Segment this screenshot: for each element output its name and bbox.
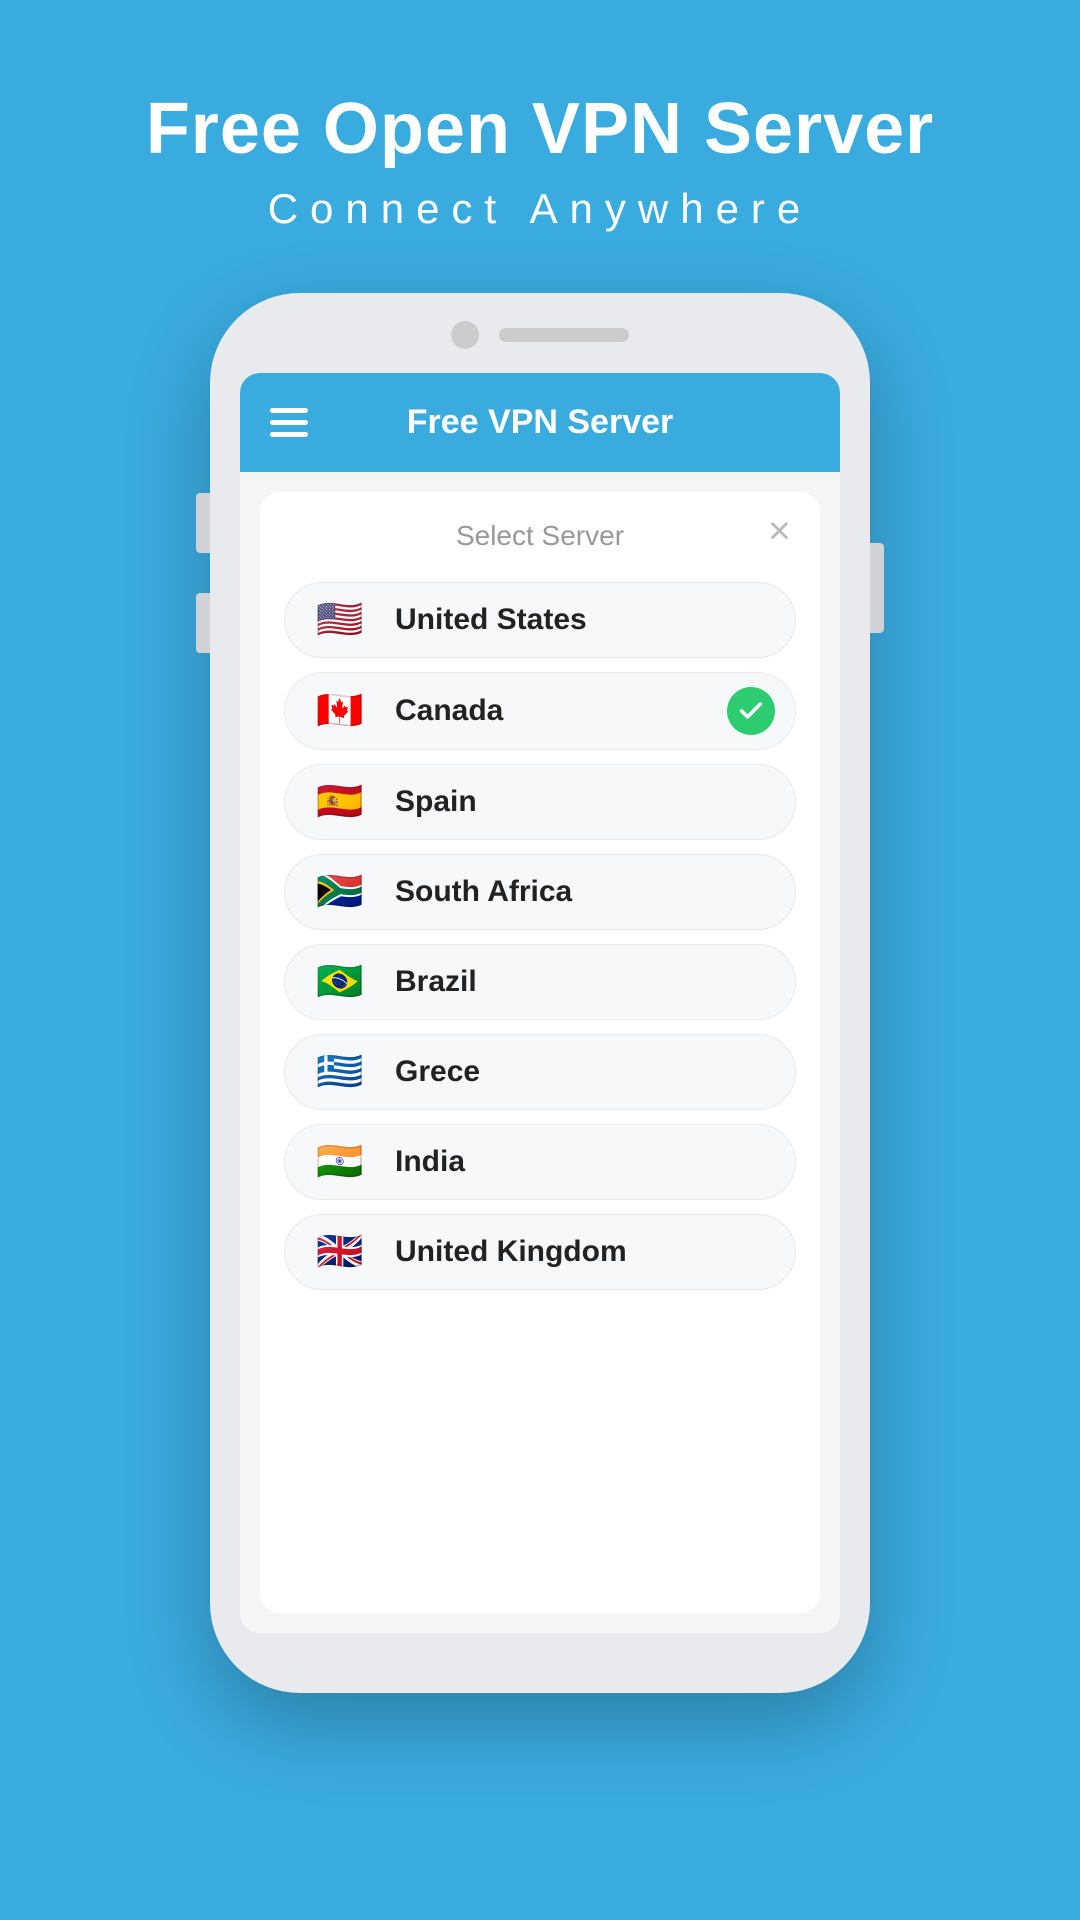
phone-mockup: Free VPN Server Select Server ✕ 🇺🇸 United…	[210, 293, 870, 1693]
server-name-es: Spain	[395, 785, 775, 819]
flag-za: 🇿🇦	[305, 869, 375, 915]
server-item-gb[interactable]: 🇬🇧 United Kingdom	[284, 1214, 796, 1290]
phone-top-area	[451, 321, 629, 349]
page-title: Free Open VPN Server	[146, 90, 934, 169]
side-button-power	[870, 543, 884, 633]
server-select-dialog: Select Server ✕ 🇺🇸 United States 🇨🇦 Canada 🇪…	[260, 492, 820, 1613]
app-bar: Free VPN Server	[240, 373, 840, 472]
server-item-ca[interactable]: 🇨🇦 Canada	[284, 672, 796, 750]
flag-es: 🇪🇸	[305, 779, 375, 825]
flag-us: 🇺🇸	[305, 597, 375, 643]
server-item-gr[interactable]: 🇬🇷 Grece	[284, 1034, 796, 1110]
hamburger-line-1	[270, 408, 308, 413]
server-name-us: United States	[395, 603, 775, 637]
phone-speaker	[499, 328, 629, 342]
server-item-za[interactable]: 🇿🇦 South Africa	[284, 854, 796, 930]
content-area: Select Server ✕ 🇺🇸 United States 🇨🇦 Canada 🇪…	[240, 472, 840, 1633]
server-item-es[interactable]: 🇪🇸 Spain	[284, 764, 796, 840]
dialog-header: Select Server ✕	[260, 492, 820, 572]
server-name-ca: Canada	[395, 694, 707, 728]
server-list: 🇺🇸 United States 🇨🇦 Canada 🇪🇸 Spain 🇿🇦 South Af…	[260, 572, 820, 1613]
header-section: Free Open VPN Server Connect Anywhere	[146, 90, 934, 233]
dialog-title: Select Server	[456, 520, 624, 552]
flag-in: 🇮🇳	[305, 1139, 375, 1185]
app-bar-title: Free VPN Server	[407, 403, 674, 442]
server-name-za: South Africa	[395, 875, 775, 909]
selected-badge-ca	[727, 687, 775, 735]
phone-screen: Free VPN Server Select Server ✕ 🇺🇸 United…	[240, 373, 840, 1633]
page-subtitle: Connect Anywhere	[146, 185, 934, 233]
server-item-in[interactable]: 🇮🇳 India	[284, 1124, 796, 1200]
flag-gb: 🇬🇧	[305, 1229, 375, 1275]
hamburger-line-2	[270, 420, 308, 425]
server-item-us[interactable]: 🇺🇸 United States	[284, 582, 796, 658]
server-item-br[interactable]: 🇧🇷 Brazil	[284, 944, 796, 1020]
side-button-volume-down	[196, 593, 210, 653]
server-name-gb: United Kingdom	[395, 1235, 775, 1269]
close-button[interactable]: ✕	[767, 515, 792, 550]
server-name-br: Brazil	[395, 965, 775, 999]
side-button-volume-up	[196, 493, 210, 553]
server-name-gr: Grece	[395, 1055, 775, 1089]
phone-frame: Free VPN Server Select Server ✕ 🇺🇸 United…	[210, 293, 870, 1693]
phone-camera	[451, 321, 479, 349]
server-name-in: India	[395, 1145, 775, 1179]
flag-gr: 🇬🇷	[305, 1049, 375, 1095]
flag-br: 🇧🇷	[305, 959, 375, 1005]
flag-ca: 🇨🇦	[305, 688, 375, 734]
hamburger-line-3	[270, 432, 308, 437]
hamburger-menu-button[interactable]	[270, 408, 308, 437]
